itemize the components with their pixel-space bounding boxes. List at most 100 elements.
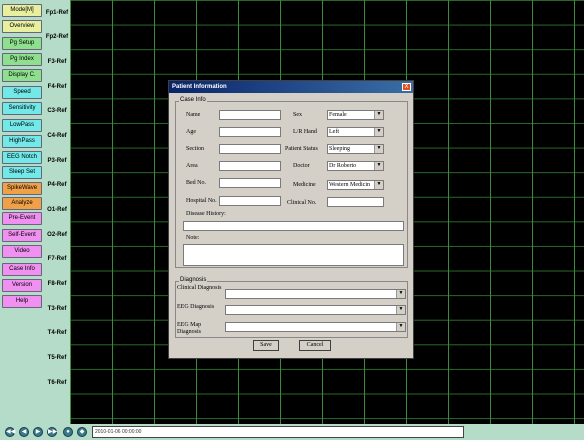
hand-label: L/R Hand	[293, 129, 317, 135]
note-label: Note:	[186, 235, 200, 241]
version-button[interactable]: Version	[2, 279, 42, 292]
record-icon[interactable]: ●	[63, 427, 73, 437]
patient-status-label: Patient Status	[285, 146, 318, 152]
clinical-diagnosis-select[interactable]: ▼	[225, 289, 406, 299]
eeg-map-diagnosis-label-2: Diagnosis	[177, 329, 201, 335]
play-icon[interactable]: ▶	[33, 427, 43, 437]
close-icon[interactable]: X	[402, 83, 411, 91]
sleep-set-button[interactable]: Sleep Set	[2, 166, 42, 179]
sex-label: Sex	[293, 112, 302, 118]
rewind-fast-icon[interactable]: ◀◀	[5, 427, 15, 437]
channel-label: T4-Ref	[47, 330, 67, 336]
hand-value: Left	[329, 129, 339, 135]
case-info-group-label: Case Info	[179, 97, 207, 103]
chevron-down-icon: ▼	[374, 181, 383, 189]
bed-no-label: Bed No.	[186, 180, 206, 186]
chevron-down-icon: ▼	[374, 111, 383, 119]
analyze-button[interactable]: Analyze	[2, 197, 42, 210]
channel-label: T3-Ref	[47, 306, 67, 312]
case-info-button[interactable]: Case Info	[2, 263, 42, 276]
patient-information-dialog: Patient Information X Case Info Name Age…	[168, 80, 414, 359]
lowpass-button[interactable]: LowPass	[2, 119, 42, 132]
channel-label: P4-Ref	[47, 182, 67, 188]
channel-label: O1-Ref	[47, 207, 67, 213]
dialog-title: Patient Information	[169, 81, 413, 93]
clinical-no-label: Clinical No.	[287, 200, 317, 206]
channel-label: T5-Ref	[47, 355, 67, 361]
medicine-label: Medicine	[293, 182, 316, 188]
channel-label: O2-Ref	[47, 232, 67, 238]
patient-status-value: Sleeping	[329, 146, 350, 152]
doctor-label: Doctor	[293, 163, 310, 169]
self-event-button[interactable]: Self-Event	[2, 229, 42, 242]
help-button[interactable]: Help	[2, 295, 42, 308]
chevron-down-icon: ▼	[396, 290, 405, 298]
channel-label: F7-Ref	[47, 256, 67, 262]
channel-label: F4-Ref	[47, 84, 67, 90]
disease-history-field[interactable]	[183, 221, 404, 231]
channel-label: C4-Ref	[47, 133, 67, 139]
hospital-no-field[interactable]	[219, 196, 281, 206]
age-field[interactable]	[219, 127, 281, 137]
chevron-down-icon: ▼	[374, 128, 383, 136]
video-button[interactable]: Video	[2, 245, 42, 258]
eeg-diagnosis-select[interactable]: ▼	[225, 305, 406, 315]
channel-label-column: Fp1-Ref Fp2-Ref F3-Ref F4-Ref C3-Ref C4-…	[44, 0, 70, 424]
rewind-icon[interactable]: ◀	[19, 427, 29, 437]
timestamp-field[interactable]: 2010-01-06 00:00:00	[92, 426, 464, 438]
patient-status-select[interactable]: Sleeping ▼	[327, 144, 384, 154]
cancel-button[interactable]: Cancel	[299, 340, 331, 351]
channel-label: Fp2-Ref	[45, 34, 69, 40]
name-label: Name	[186, 112, 201, 118]
speed-button[interactable]: Speed	[2, 86, 42, 99]
channel-label: T6-Ref	[47, 380, 67, 386]
doctor-select[interactable]: Dr Roberto ▼	[327, 161, 384, 171]
doctor-value: Dr Roberto	[329, 163, 357, 169]
chevron-down-icon: ▼	[396, 306, 405, 314]
marker-icon[interactable]: ◆	[77, 427, 87, 437]
sex-select[interactable]: Female ▼	[327, 110, 384, 120]
medicine-select[interactable]: Western Medicin ▼	[327, 180, 384, 190]
channel-label: F3-Ref	[47, 59, 67, 65]
channel-label: Fp1-Ref	[45, 10, 69, 16]
sensitivity-button[interactable]: Sensitivity	[2, 102, 42, 115]
chevron-down-icon: ▼	[374, 162, 383, 170]
function-sidebar: Mode[M] Overview Pg Setup Pg Index Displ…	[0, 0, 44, 424]
hand-select[interactable]: Left ▼	[327, 127, 384, 137]
channel-label: C3-Ref	[47, 108, 67, 114]
page-setup-button[interactable]: Pg Setup	[2, 37, 42, 50]
playback-bar: ◀◀ ◀ ▶ ▶▶ ● ◆ 2010-01-06 00:00:00	[0, 424, 584, 440]
page-index-button[interactable]: Pg Index	[2, 53, 42, 66]
chevron-down-icon: ▼	[396, 323, 405, 331]
clinical-diagnosis-label: Clinical Diagnosis	[177, 285, 222, 291]
channel-label: F8-Ref	[47, 281, 67, 287]
clinical-no-field[interactable]	[327, 197, 384, 207]
age-label: Age	[186, 129, 196, 135]
save-button[interactable]: Save	[253, 340, 279, 351]
name-field[interactable]	[219, 110, 281, 120]
area-label: Area	[186, 163, 198, 169]
fast-forward-icon[interactable]: ▶▶	[47, 427, 57, 437]
section-field[interactable]	[219, 144, 281, 154]
sex-value: Female	[329, 112, 347, 118]
overview-button[interactable]: Overview	[2, 20, 42, 33]
disease-history-label: Disease History:	[186, 211, 226, 217]
area-field[interactable]	[219, 161, 281, 171]
channel-label: P3-Ref	[47, 158, 67, 164]
eeg-notch-button[interactable]: EEG Notch	[2, 151, 42, 164]
display-config-button[interactable]: Display C.	[2, 69, 42, 82]
hospital-no-label: Hospital No.	[186, 198, 217, 204]
section-label: Section	[186, 146, 204, 152]
eeg-diagnosis-label: EEG Diagnosis	[177, 304, 215, 310]
note-field[interactable]	[183, 244, 404, 266]
pre-event-button[interactable]: Pre-Event	[2, 212, 42, 225]
highpass-button[interactable]: HighPass	[2, 135, 42, 148]
chevron-down-icon: ▼	[374, 145, 383, 153]
eeg-map-diagnosis-select[interactable]: ▼	[225, 322, 406, 332]
medicine-value: Western Medicin	[329, 182, 371, 188]
diagnosis-group-label: Diagnosis	[179, 277, 208, 283]
eeg-map-diagnosis-label: EEG Map	[177, 322, 202, 328]
spikewave-button[interactable]: SpikeWave	[2, 182, 42, 195]
mode-button[interactable]: Mode[M]	[2, 4, 42, 17]
bed-no-field[interactable]	[219, 178, 281, 188]
